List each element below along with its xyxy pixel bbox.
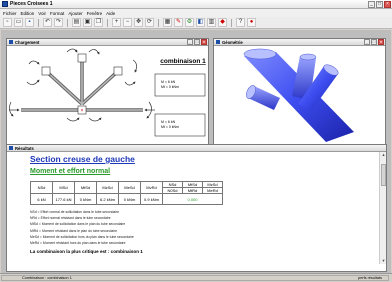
window-icon: [9, 40, 13, 44]
header-cell: MeSd: [118, 181, 141, 194]
menu-aide[interactable]: Aide: [106, 11, 115, 16]
open-icon[interactable]: ▭: [14, 18, 23, 27]
box1-line2: Mt = 0 kNm: [161, 85, 179, 89]
status-bar: Combinaison : combinaison 1 perfs résult…: [0, 273, 392, 282]
box2-line1: M = 6 kN: [161, 120, 176, 124]
table-cell: 6 kN: [30, 193, 53, 205]
new-icon[interactable]: ▫: [3, 18, 12, 27]
exit-icon[interactable]: ●: [247, 18, 256, 27]
svg-text:×: ×: [81, 108, 84, 114]
chargement-title-bar: Chargement _ □ ×: [7, 39, 208, 46]
calc-icon[interactable]: ✎: [174, 18, 183, 27]
maximize-button[interactable]: □: [376, 1, 383, 8]
chargement-canvas[interactable]: × combinaison 1 M = 6 kN Mt = 0 kNm M = …: [7, 46, 208, 149]
legend-list: NSd = Effort normal de sollicitation dan…: [30, 209, 379, 246]
copy-icon[interactable]: ❐: [94, 18, 103, 27]
results-table: NSd MSd MtSd MzSd MeSd MvRd NSd MtSd MzS…: [30, 181, 223, 205]
geometrie-title-bar: Géométrie _ □ ×: [214, 39, 385, 46]
vertical-scrollbar[interactable]: ▲ ▼: [379, 152, 386, 264]
preview-icon[interactable]: ▣: [83, 18, 92, 27]
scroll-up-icon[interactable]: ▲: [380, 152, 386, 158]
diagram-title: combinaison 1: [160, 58, 206, 65]
chargement-title: Chargement: [15, 39, 40, 45]
table-cell: 0 kNm: [74, 193, 97, 205]
scroll-thumb[interactable]: [381, 164, 386, 186]
box1-line1: M = 6 kN: [161, 80, 176, 84]
table-header-row: NSd MSd MtSd MzSd MeSd MvRd NSd MtSd MzS…: [30, 181, 223, 194]
header-cell: MSd: [52, 181, 75, 194]
close-button[interactable]: ×: [201, 39, 207, 45]
pan-icon[interactable]: ✥: [134, 18, 143, 27]
redo-icon[interactable]: ↷: [54, 18, 63, 27]
status-right: perfs résultats: [358, 276, 382, 280]
title-bar: Pieces Croisees 1 _ □ ×: [0, 0, 392, 9]
maximize-button[interactable]: □: [194, 39, 200, 45]
menu-fenetre[interactable]: Fenêtre: [87, 11, 103, 16]
app-title: Pieces Croisees 1: [10, 1, 53, 7]
chargement-window: Chargement _ □ × × combinaison 1 M = 6 k…: [6, 38, 209, 150]
result-ratio: 0.000: [162, 193, 223, 205]
geometrie-window: Géométrie _ □ ×: [213, 38, 386, 150]
header-cell: NSd: [30, 181, 53, 194]
close-button[interactable]: ×: [384, 1, 391, 8]
rotate-icon[interactable]: ⟳: [145, 18, 154, 27]
view1-icon[interactable]: ◧: [196, 18, 205, 27]
status-left: Combinaison : combinaison 1: [22, 276, 72, 280]
geometrie-3d-view[interactable]: [214, 46, 385, 149]
subtitle: Moment et effort normal: [30, 168, 111, 175]
conclusion-text: La combinaison la plus critique est : co…: [30, 249, 143, 255]
window-icon: [216, 40, 220, 44]
undo-icon[interactable]: ↶: [43, 18, 52, 27]
table-cell: 0 kNm: [118, 193, 141, 205]
maximize-button[interactable]: □: [371, 39, 377, 45]
menu-format[interactable]: Format: [50, 11, 64, 16]
resultats-title: Résultats: [15, 145, 34, 151]
menu-bar: Fichier Edition Voir Format Ajouter Fenê…: [0, 9, 392, 17]
view2-icon[interactable]: ▥: [207, 18, 216, 27]
minimize-button[interactable]: _: [368, 1, 375, 8]
zoom-in-icon[interactable]: +: [112, 18, 121, 27]
menu-fichier[interactable]: Fichier: [3, 11, 17, 16]
header-cell: MvRd: [140, 181, 163, 194]
app-icon: [2, 1, 8, 7]
header-cell: MzSd: [96, 181, 119, 194]
zoom-out-icon[interactable]: −: [123, 18, 132, 27]
print-icon[interactable]: ▤: [72, 18, 81, 27]
mdi-area: Chargement _ □ × × combinaison 1 M = 6 k…: [1, 30, 391, 273]
toolbar: ▫ ▭ ▪ ↶ ↷ ▤ ▣ ❐ + − ✥ ⟳ ▦ ✎ ⚙ ◧ ▥ ◆ ? ●: [0, 17, 392, 29]
grid-icon[interactable]: ▦: [163, 18, 172, 27]
table-cell: 6.2 kNm: [96, 193, 119, 205]
table-cell: 0.9 kNm: [140, 193, 163, 205]
table-row: 6 kN 177.6 kN 0 kNm 6.2 kNm 0 kNm 0.9 kN…: [30, 193, 223, 205]
view3-icon[interactable]: ◆: [218, 18, 227, 27]
results-document: Section creuse de gauche Moment et effor…: [7, 152, 379, 264]
window-icon: [9, 146, 13, 150]
menu-voir[interactable]: Voir: [38, 11, 46, 16]
resultats-window: Résultats Section creuse de gauche Momen…: [6, 144, 387, 272]
table-cell: 177.6 kN: [52, 193, 75, 205]
geometrie-title: Géométrie: [222, 39, 243, 45]
menu-ajouter[interactable]: Ajouter: [68, 11, 82, 16]
options-icon[interactable]: ⚙: [185, 18, 194, 27]
close-button[interactable]: ×: [378, 39, 384, 45]
resultats-title-bar: Résultats: [7, 145, 386, 152]
scroll-down-icon[interactable]: ▼: [380, 258, 386, 264]
save-icon[interactable]: ▪: [25, 18, 34, 27]
tube-3d-model: [243, 48, 354, 142]
loading-diagram: × combinaison 1 M = 6 kN Mt = 0 kNm M = …: [9, 48, 206, 137]
box2-line2: Mt = 0 kNm: [161, 125, 179, 129]
section-title: Section creuse de gauche: [30, 154, 135, 164]
minimize-button[interactable]: _: [187, 39, 193, 45]
help-icon[interactable]: ?: [236, 18, 245, 27]
header-cell: MtSd: [74, 181, 97, 194]
menu-edition[interactable]: Edition: [21, 11, 35, 16]
minimize-button[interactable]: _: [364, 39, 370, 45]
legend-item: MeRd = Moment résistant hors du plan dan…: [30, 241, 126, 246]
